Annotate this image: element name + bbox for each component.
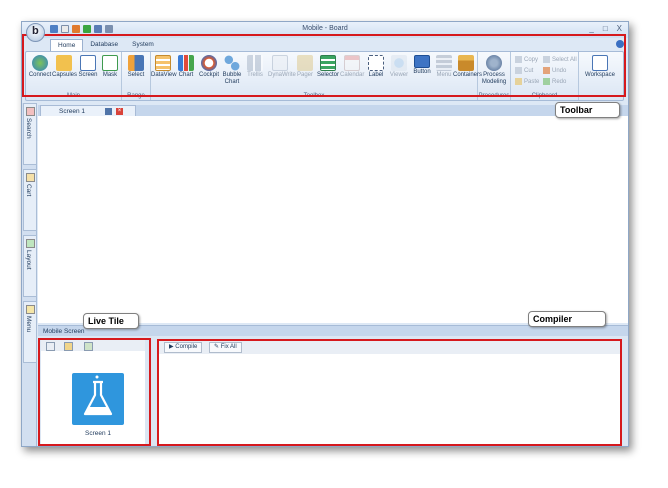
side-tab-cart[interactable]: Cart [23, 169, 37, 231]
side-tabs: Search Cart Layout Menu [22, 103, 37, 446]
window-controls: _ □ X [589, 24, 622, 33]
live-tile-callout: Live Tile [83, 313, 139, 329]
screen-canvas[interactable] [38, 116, 628, 323]
maximize-button[interactable]: □ [603, 24, 608, 33]
toolbar-callout: Toolbar [555, 102, 620, 118]
side-tab-menu[interactable]: Menu [23, 301, 37, 363]
search-tab-icon [26, 107, 35, 116]
save-icon[interactable] [105, 108, 112, 115]
toolbar-highlight [22, 34, 626, 97]
compiler-callout: Compiler [528, 311, 606, 327]
document-tab-strip: Screen 1 × [38, 105, 628, 118]
close-tab-icon[interactable]: × [116, 108, 123, 115]
app-button[interactable]: b [26, 23, 45, 42]
side-tab-search[interactable]: Search [23, 103, 37, 165]
menu-tab-icon [26, 305, 35, 314]
side-tab-layout[interactable]: Layout [23, 235, 37, 297]
live-tile-highlight [38, 338, 151, 446]
close-button[interactable]: X [617, 24, 622, 33]
cart-tab-icon [26, 173, 35, 182]
layout-tab-icon [26, 239, 35, 248]
minimize-button[interactable]: _ [589, 24, 593, 33]
window-title: Mobile - Board [302, 25, 348, 32]
compiler-highlight [157, 339, 622, 446]
